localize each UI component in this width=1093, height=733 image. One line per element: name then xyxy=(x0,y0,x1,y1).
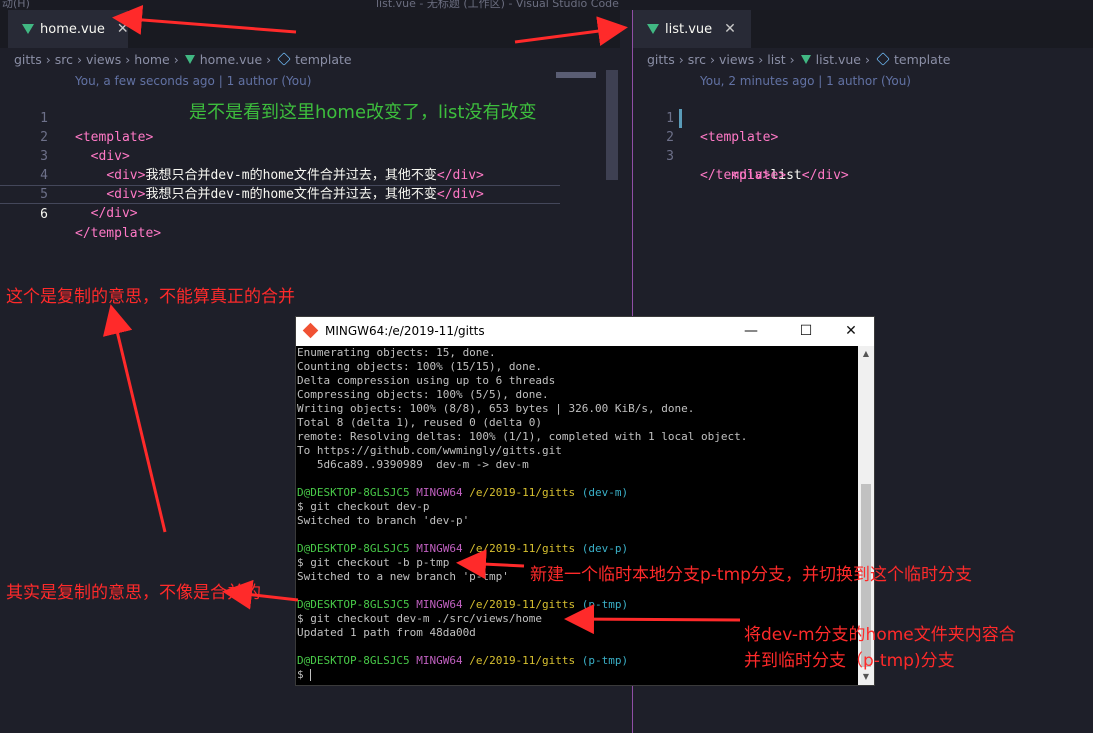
arrow-to-new-branch-cmd xyxy=(456,549,525,580)
arrow-to-home-tab xyxy=(112,4,297,35)
arrow-to-copy-meaning xyxy=(222,579,299,610)
arrow-to-list-tab xyxy=(514,16,628,46)
annotation-arrows xyxy=(102,4,741,635)
arrow-up-to-copy-note xyxy=(102,304,167,533)
arrow-to-checkout-cmd xyxy=(564,604,741,635)
